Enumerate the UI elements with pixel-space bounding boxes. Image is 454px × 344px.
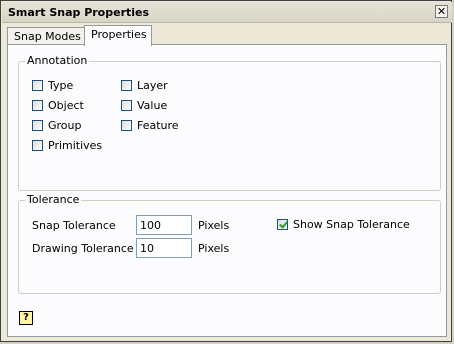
checkbox-primitives[interactable]: Primitives [32, 139, 102, 152]
window-title: Smart Snap Properties [8, 6, 150, 19]
tab-snap-modes[interactable]: Snap Modes [7, 27, 85, 45]
drawing-tolerance-input[interactable] [136, 238, 192, 258]
feature-checkbox-box[interactable] [121, 120, 132, 131]
checkbox-value[interactable]: Value [121, 99, 167, 112]
snap-tolerance-unit: Pixels [198, 219, 230, 232]
checkbox-show-snap-tolerance[interactable]: Show Snap Tolerance [277, 218, 410, 231]
properties-panel: Annotation Type Object Group Primitives … [7, 44, 447, 337]
value-checkbox-box[interactable] [121, 100, 132, 111]
tolerance-group: Tolerance Snap Tolerance Pixels Drawing … [18, 193, 441, 294]
group-checkbox-label: Group [48, 119, 82, 132]
feature-checkbox-label: Feature [137, 119, 179, 132]
checkbox-object[interactable]: Object [32, 99, 84, 112]
smart-snap-properties-window: Smart Snap Properties ✕ Snap Modes Prope… [0, 0, 452, 342]
primitives-checkbox-label: Primitives [48, 139, 103, 152]
layer-checkbox-box[interactable] [121, 80, 132, 91]
annotation-group-title: Annotation [25, 54, 90, 67]
help-icon[interactable]: ? [19, 311, 33, 325]
tolerance-group-title: Tolerance [25, 193, 82, 206]
type-checkbox-box[interactable] [32, 80, 43, 91]
show-snap-tolerance-checkbox-box[interactable] [277, 219, 288, 230]
close-button[interactable]: ✕ [435, 5, 448, 18]
tab-properties[interactable]: Properties [84, 25, 152, 46]
object-checkbox-box[interactable] [32, 100, 43, 111]
primitives-checkbox-box[interactable] [32, 140, 43, 151]
checkbox-type[interactable]: Type [32, 79, 73, 92]
drawing-tolerance-label: Drawing Tolerance [32, 242, 134, 255]
checkbox-feature[interactable]: Feature [121, 119, 179, 132]
snap-tolerance-label: Snap Tolerance [32, 219, 116, 232]
annotation-group: Annotation Type Object Group Primitives … [18, 54, 441, 191]
drawing-tolerance-unit: Pixels [198, 242, 230, 255]
value-checkbox-label: Value [137, 99, 168, 112]
layer-checkbox-label: Layer [137, 79, 168, 92]
type-checkbox-label: Type [48, 79, 74, 92]
group-checkbox-box[interactable] [32, 120, 43, 131]
snap-tolerance-input[interactable] [136, 215, 192, 235]
checkbox-group[interactable]: Group [32, 119, 82, 132]
checkbox-layer[interactable]: Layer [121, 79, 168, 92]
object-checkbox-label: Object [48, 99, 84, 112]
title-bar: Smart Snap Properties ✕ [2, 2, 452, 23]
show-snap-tolerance-label: Show Snap Tolerance [293, 218, 410, 231]
